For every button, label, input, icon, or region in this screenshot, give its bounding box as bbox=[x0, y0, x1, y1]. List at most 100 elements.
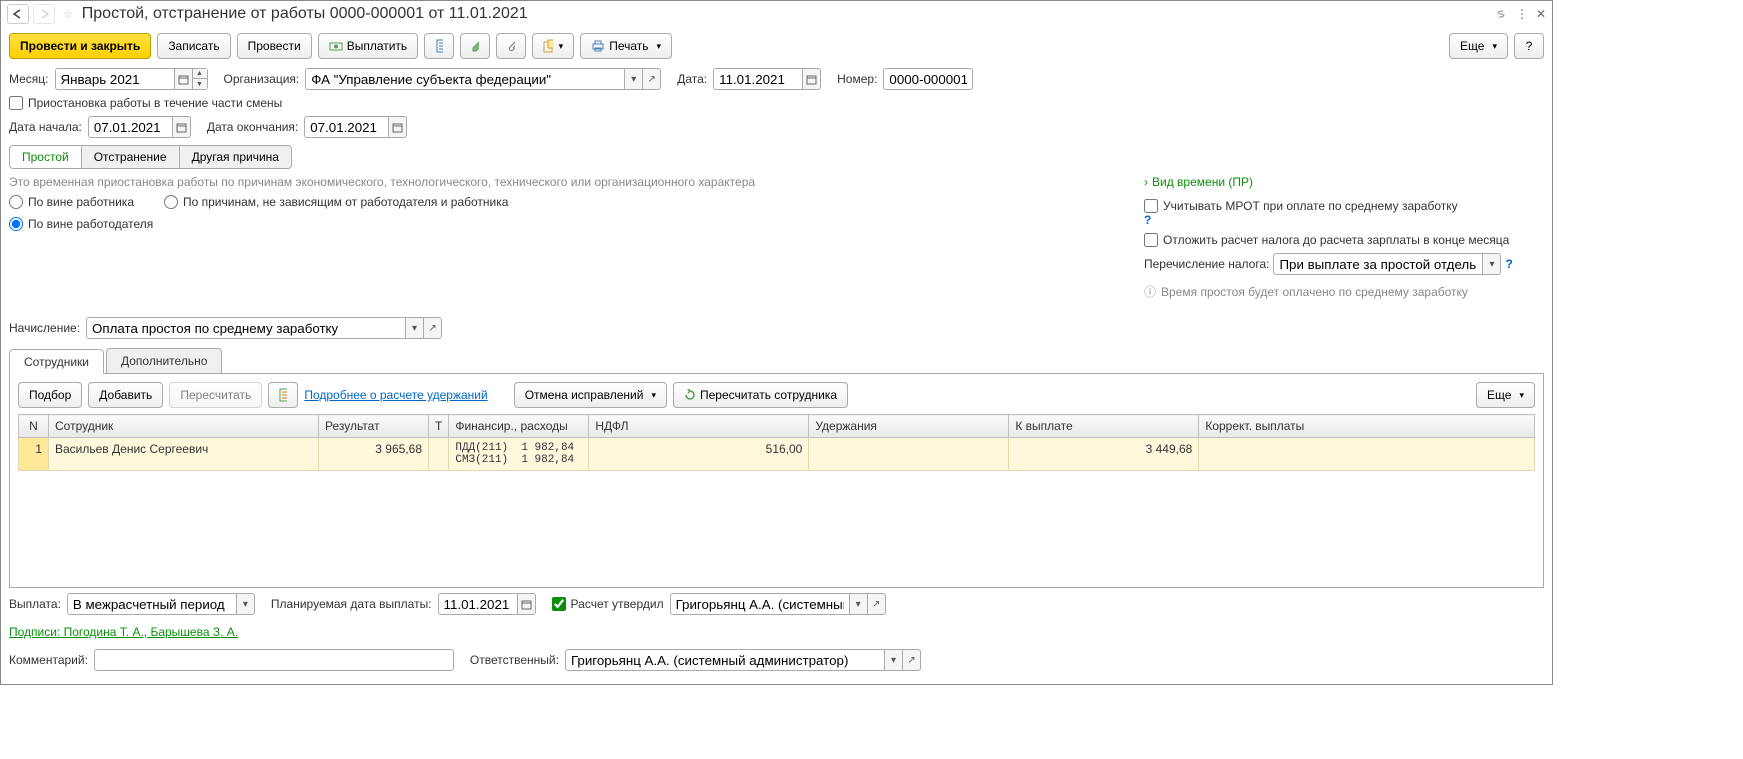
recalc-button[interactable]: Пересчитать bbox=[169, 382, 262, 408]
radio-employee-fault[interactable]: По вине работника bbox=[9, 195, 134, 209]
col-payout[interactable]: К выплате bbox=[1009, 415, 1199, 438]
payment-label: Выплата: bbox=[9, 597, 61, 611]
accrual-open-button[interactable]: ↗ bbox=[424, 317, 442, 339]
col-n[interactable]: N bbox=[19, 415, 49, 438]
col-t[interactable]: Т bbox=[429, 415, 449, 438]
comment-input[interactable] bbox=[94, 649, 454, 671]
start-date-label: Дата начала: bbox=[9, 120, 82, 134]
responsible-input[interactable] bbox=[565, 649, 885, 671]
write-button[interactable]: Записать bbox=[157, 33, 230, 59]
col-finance[interactable]: Финансир., расходы bbox=[449, 415, 589, 438]
payment-select-button[interactable]: ▾ bbox=[237, 593, 255, 615]
mrot-checkbox[interactable]: Учитывать МРОТ при оплате по среднему за… bbox=[1144, 199, 1544, 213]
month-spinner[interactable]: ▲▼ bbox=[193, 68, 208, 90]
table-row[interactable]: 1Васильев Денис Сергеевич3 965,68ПДД(211… bbox=[19, 438, 1535, 471]
approved-checkbox[interactable]: Расчет утвердил bbox=[552, 597, 664, 611]
attach-icon-button[interactable] bbox=[496, 33, 526, 59]
grid-more-button[interactable]: Еще▾ bbox=[1476, 382, 1535, 408]
number-label: Номер: bbox=[837, 72, 877, 86]
print-label: Печать bbox=[609, 39, 648, 53]
date-input[interactable] bbox=[713, 68, 803, 90]
cancel-corrections-button[interactable]: Отмена исправлений▾ bbox=[514, 382, 667, 408]
menu-icon[interactable]: ⋮ bbox=[1516, 7, 1528, 21]
select-button[interactable]: Подбор bbox=[18, 382, 82, 408]
print-button[interactable]: Печать▾ bbox=[580, 33, 672, 59]
col-ndfl[interactable]: НДФЛ bbox=[589, 415, 809, 438]
tab-additional[interactable]: Дополнительно bbox=[106, 348, 222, 373]
col-correction[interactable]: Коррект. выплаты bbox=[1199, 415, 1535, 438]
refresh-icon bbox=[684, 389, 696, 401]
mrot-help[interactable]: ? bbox=[1144, 213, 1151, 227]
start-date-calendar-button[interactable] bbox=[173, 116, 191, 138]
org-select-button[interactable]: ▾ bbox=[625, 68, 643, 90]
close-icon[interactable]: ✕ bbox=[1536, 7, 1546, 21]
org-label: Организация: bbox=[224, 72, 300, 86]
month-input[interactable] bbox=[55, 68, 175, 90]
comment-label: Комментарий: bbox=[9, 653, 88, 667]
money-icon bbox=[329, 39, 343, 53]
edit-icon-button[interactable] bbox=[460, 33, 490, 59]
pay-label: Выплатить bbox=[347, 39, 408, 53]
tab-other[interactable]: Другая причина bbox=[179, 145, 292, 169]
defer-tax-checkbox[interactable]: Отложить расчет налога до расчета зарпла… bbox=[1144, 233, 1544, 247]
responsible-label: Ответственный: bbox=[470, 653, 559, 667]
print-icon bbox=[591, 39, 605, 53]
favorite-icon[interactable]: ☆ bbox=[63, 7, 74, 21]
payment-input[interactable] bbox=[67, 593, 237, 615]
plan-date-input[interactable] bbox=[438, 593, 518, 615]
month-calendar-button[interactable] bbox=[175, 68, 193, 90]
end-date-calendar-button[interactable] bbox=[389, 116, 407, 138]
date-calendar-button[interactable] bbox=[803, 68, 821, 90]
approver-select-button[interactable]: ▾ bbox=[850, 593, 868, 615]
col-deductions[interactable]: Удержания bbox=[809, 415, 1009, 438]
accrual-select-button[interactable]: ▾ bbox=[406, 317, 424, 339]
col-result[interactable]: Результат bbox=[319, 415, 429, 438]
start-date-input[interactable] bbox=[88, 116, 173, 138]
accrual-input[interactable] bbox=[86, 317, 406, 339]
document-icon-button[interactable] bbox=[424, 33, 454, 59]
tab-employees[interactable]: Сотрудники bbox=[9, 349, 104, 374]
tax-transfer-select-button[interactable]: ▾ bbox=[1483, 253, 1501, 275]
chevron-right-icon: › bbox=[1144, 175, 1148, 189]
radio-independent[interactable]: По причинам, не зависящим от работодател… bbox=[164, 195, 508, 209]
tax-transfer-help[interactable]: ? bbox=[1505, 257, 1512, 271]
tax-transfer-label: Перечисление налога: bbox=[1144, 257, 1269, 271]
accrual-label: Начисление: bbox=[9, 321, 80, 335]
tax-transfer-input[interactable] bbox=[1273, 253, 1483, 275]
partial-shift-checkbox[interactable]: Приостановка работы в течение части смен… bbox=[9, 96, 282, 110]
add-button[interactable]: Добавить bbox=[88, 382, 163, 408]
partial-shift-label: Приостановка работы в течение части смен… bbox=[28, 96, 282, 110]
tab-downtime[interactable]: Простой bbox=[9, 145, 82, 169]
plan-date-calendar-button[interactable] bbox=[518, 593, 536, 615]
org-open-button[interactable]: ↗ bbox=[643, 68, 661, 90]
approver-open-button[interactable]: ↗ bbox=[868, 593, 886, 615]
recalc-employee-button[interactable]: Пересчитать сотрудника bbox=[673, 382, 848, 408]
approver-input[interactable] bbox=[670, 593, 850, 615]
nav-back-button[interactable] bbox=[7, 4, 29, 24]
signatures-link[interactable]: Подписи: Погодина Т. А., Барышева З. А. bbox=[9, 625, 238, 639]
col-employee[interactable]: Сотрудник bbox=[49, 415, 319, 438]
responsible-select-button[interactable]: ▾ bbox=[885, 649, 903, 671]
time-type-link[interactable]: ›Вид времени (ПР) bbox=[1144, 175, 1544, 189]
radio-employer-fault[interactable]: По вине работодателя bbox=[9, 217, 1114, 231]
create-based-button[interactable]: ▾ bbox=[532, 33, 574, 59]
number-input[interactable] bbox=[883, 68, 973, 90]
end-date-input[interactable] bbox=[304, 116, 389, 138]
pay-button[interactable]: Выплатить bbox=[318, 33, 419, 59]
description-text: Это временная приостановка работы по при… bbox=[9, 175, 1114, 189]
deductions-details-link[interactable]: Подробнее о расчете удержаний bbox=[304, 388, 487, 402]
link-icon[interactable] bbox=[1494, 7, 1508, 21]
show-details-button[interactable] bbox=[268, 382, 298, 408]
post-and-close-button[interactable]: Провести и закрыть bbox=[9, 33, 151, 59]
nav-forward-button[interactable] bbox=[33, 4, 55, 24]
tab-suspension[interactable]: Отстранение bbox=[81, 145, 180, 169]
org-input[interactable] bbox=[305, 68, 625, 90]
employees-grid[interactable]: N Сотрудник Результат Т Финансир., расхо… bbox=[18, 414, 1535, 579]
plan-date-label: Планируемая дата выплаты: bbox=[271, 597, 432, 611]
end-date-label: Дата окончания: bbox=[207, 120, 298, 134]
post-button[interactable]: Провести bbox=[237, 33, 312, 59]
help-button[interactable]: ? bbox=[1514, 33, 1544, 59]
responsible-open-button[interactable]: ↗ bbox=[903, 649, 921, 671]
more-button[interactable]: Еще▾ bbox=[1449, 33, 1508, 59]
date-label: Дата: bbox=[677, 72, 707, 86]
